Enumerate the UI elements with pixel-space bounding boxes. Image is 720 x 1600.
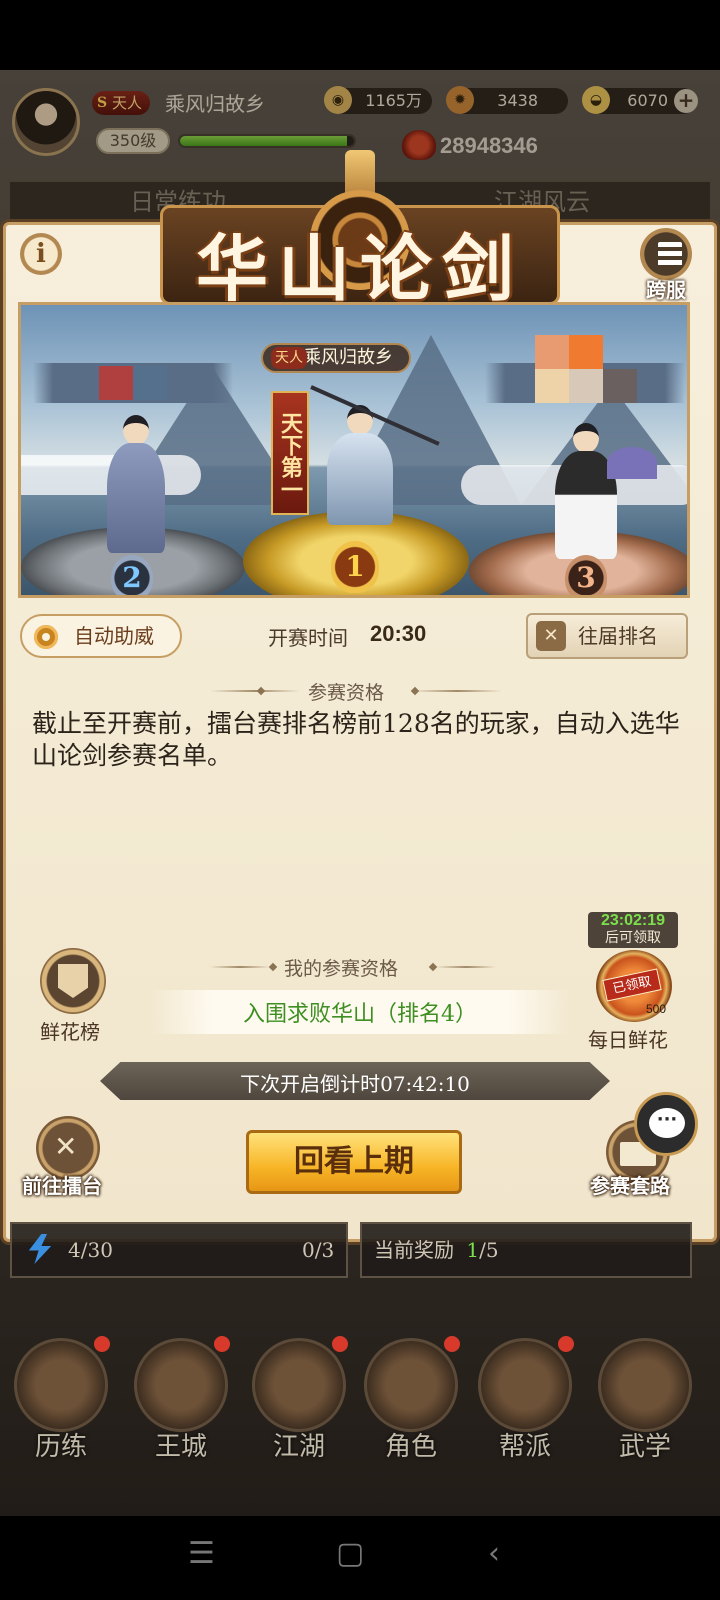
arena-scene: 天人 乘风归故乡 天下第一 2 1 3 bbox=[18, 302, 690, 598]
winner-name-plate: 天人 乘风归故乡 bbox=[261, 343, 411, 373]
info-button[interactable]: i bbox=[20, 233, 62, 275]
crossed-swords-icon: ✕ bbox=[54, 1130, 78, 1163]
nav-martial-arts-label: 武学 bbox=[618, 1432, 671, 1462]
qualification-description: 截止至开赛前，擂台赛排名榜前128名的玩家，自动入选华山论剑参赛名单。 bbox=[32, 709, 680, 770]
divider bbox=[210, 966, 270, 968]
nav-martial-arts[interactable]: 武学 bbox=[590, 1330, 700, 1480]
go-arena-label: 前往擂台 bbox=[22, 1174, 102, 1198]
third-place-name-ribbon bbox=[485, 335, 685, 403]
start-time-value: 20:30 bbox=[370, 621, 427, 646]
replay-last-button[interactable]: 回看上期 bbox=[246, 1130, 462, 1194]
reward-current: 1 bbox=[466, 1238, 480, 1262]
countdown-text: 下次开启倒计时07:42:10 bbox=[240, 1072, 470, 1096]
middle-value: 0/3 bbox=[302, 1238, 335, 1262]
qualification-title: 参赛资格 bbox=[308, 682, 385, 704]
champion-tag: 天下第一 bbox=[271, 391, 309, 515]
strategy-label: 参赛套路 bbox=[590, 1174, 670, 1198]
flower-list-label: 鲜花榜 bbox=[40, 1020, 100, 1044]
info-icon: i bbox=[36, 239, 46, 269]
reward-label: 当前奖励 bbox=[374, 1238, 454, 1262]
nav-guild-label: 帮派 bbox=[498, 1432, 551, 1462]
chat-bubble-icon: ··· bbox=[649, 1108, 685, 1138]
nav-character-label: 角色 bbox=[384, 1432, 437, 1462]
back-icon[interactable]: ‹ bbox=[488, 1536, 500, 1571]
energy-value: 4/30 bbox=[68, 1238, 113, 1262]
jianghu-icon bbox=[252, 1338, 346, 1432]
crossed-swords-icon: ✕ bbox=[536, 621, 566, 651]
reward-panel: 当前奖励 1/5 bbox=[360, 1222, 692, 1278]
past-rankings-label: 往届排名 bbox=[578, 624, 658, 648]
winner-name: 乘风归故乡 bbox=[303, 347, 393, 368]
home-icon[interactable]: ▢ bbox=[336, 1536, 364, 1571]
gear-icon bbox=[34, 625, 58, 649]
rank-1-badge: 1 bbox=[331, 541, 379, 593]
second-place-name-ribbon bbox=[33, 363, 233, 403]
divider bbox=[436, 966, 496, 968]
reward-total: /5 bbox=[479, 1238, 499, 1262]
past-rankings-button[interactable]: ✕ 往届排名 bbox=[526, 613, 688, 659]
energy-panel: 4/30 0/3 bbox=[10, 1222, 348, 1278]
my-qualification-title: 我的参赛资格 bbox=[284, 958, 399, 980]
daily-flower-timer-suffix: 后可领取 bbox=[605, 930, 661, 946]
auto-cheer-label: 自动助威 bbox=[74, 624, 154, 648]
nav-training[interactable]: 历练 bbox=[6, 1330, 116, 1480]
winner-title-badge: 天人 bbox=[271, 347, 307, 369]
status-bar bbox=[0, 0, 720, 70]
auto-cheer-button[interactable]: 自动助威 bbox=[20, 614, 182, 658]
nav-jianghu-label: 江湖 bbox=[272, 1432, 325, 1462]
flower-list-button[interactable] bbox=[40, 948, 106, 1014]
rank-2-badge: 2 bbox=[111, 555, 153, 595]
notification-dot bbox=[94, 1336, 110, 1352]
chat-button[interactable]: ··· bbox=[634, 1092, 698, 1156]
cross-server-label: 跨服 bbox=[646, 278, 686, 302]
nav-capital[interactable]: 王城 bbox=[126, 1330, 236, 1480]
notification-dot bbox=[558, 1336, 574, 1352]
list-icon bbox=[640, 228, 692, 280]
nav-guild[interactable]: 帮派 bbox=[470, 1330, 580, 1480]
character-icon bbox=[364, 1338, 458, 1432]
nav-character[interactable]: 角色 bbox=[356, 1330, 466, 1480]
daily-flower-timer: 23:02:19 后可领取 bbox=[588, 912, 678, 948]
daily-flower-label: 每日鲜花 bbox=[588, 1028, 668, 1052]
notification-dot bbox=[444, 1336, 460, 1352]
scroll-icon bbox=[598, 1338, 692, 1432]
recent-apps-icon[interactable]: ☰ bbox=[188, 1536, 215, 1571]
notification-dot bbox=[332, 1336, 348, 1352]
notification-dot bbox=[214, 1336, 230, 1352]
start-time-label: 开赛时间 bbox=[268, 626, 348, 650]
banner-icon bbox=[58, 964, 88, 998]
cross-server-button[interactable]: 跨服 bbox=[636, 228, 696, 302]
capital-icon bbox=[134, 1338, 228, 1432]
daily-flower-timer-value: 23:02:19 bbox=[600, 912, 666, 929]
divider bbox=[210, 690, 300, 692]
daily-flower-count: 500 bbox=[646, 1002, 667, 1016]
guild-icon bbox=[478, 1338, 572, 1432]
rank-3-badge: 3 bbox=[565, 555, 607, 595]
nav-training-label: 历练 bbox=[34, 1432, 87, 1462]
training-icon bbox=[14, 1338, 108, 1432]
divider bbox=[412, 690, 502, 692]
my-qualification-value: 入围求败华山（排名4） bbox=[243, 1002, 477, 1027]
nav-capital-label: 王城 bbox=[154, 1432, 207, 1462]
dialog-title: 华山论剑 bbox=[195, 226, 524, 311]
nav-jianghu[interactable]: 江湖 bbox=[244, 1330, 354, 1480]
lightning-icon bbox=[28, 1234, 52, 1264]
system-navigation-bar: ☰ ▢ ‹ bbox=[0, 1516, 720, 1600]
